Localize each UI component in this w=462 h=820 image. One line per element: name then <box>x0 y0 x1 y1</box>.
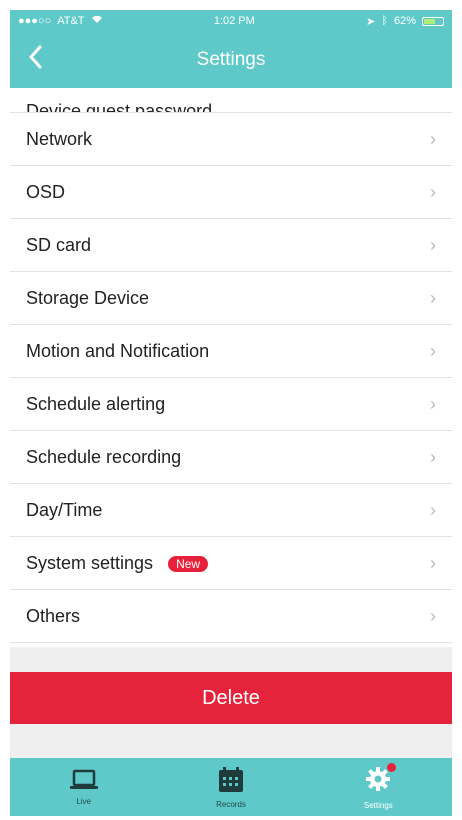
setting-label: Network <box>26 128 93 149</box>
setting-others[interactable]: Others › <box>10 590 452 643</box>
chevron-right-icon: › <box>430 181 436 202</box>
spacer <box>10 647 452 672</box>
setting-schedule-alerting[interactable]: Schedule alerting › <box>10 378 452 431</box>
setting-storage-device[interactable]: Storage Device › <box>10 272 452 325</box>
location-icon: ➤ <box>366 15 376 28</box>
signal-icon: ●●●○○ <box>18 15 52 27</box>
laptop-icon <box>69 769 98 789</box>
setting-label: Motion and Notification <box>26 340 210 361</box>
battery-percent: 62% <box>393 15 416 27</box>
setting-label: Schedule recording <box>26 446 182 467</box>
tab-bar: Live Records Settings <box>10 758 452 816</box>
setting-motion-notification[interactable]: Motion and Notification › <box>10 325 452 378</box>
chevron-right-icon: › <box>430 552 436 573</box>
status-right: ➤ ᛒ 62% <box>366 15 444 28</box>
bluetooth-icon: ᛒ <box>381 15 388 27</box>
chevron-right-icon: › <box>430 234 436 255</box>
setting-sd-card[interactable]: SD card › <box>10 219 452 272</box>
setting-label: OSD <box>26 181 66 202</box>
spacer <box>10 724 452 758</box>
setting-schedule-recording[interactable]: Schedule recording › <box>10 431 452 484</box>
notification-dot <box>387 762 397 772</box>
setting-label: System settings <box>26 552 154 573</box>
nav-bar: Settings <box>10 32 452 88</box>
setting-system-settings[interactable]: System settings New › <box>10 537 452 590</box>
setting-label: SD card <box>26 234 92 255</box>
tab-records[interactable]: Records <box>157 758 304 816</box>
tab-label: Records <box>216 799 246 809</box>
setting-label: Storage Device <box>26 287 150 308</box>
calendar-icon <box>218 766 243 792</box>
chevron-right-icon: › <box>430 446 436 467</box>
tab-label: Settings <box>363 800 393 810</box>
status-bar: ●●●○○ AT&T 1:02 PM ➤ ᛒ 62% <box>10 10 452 32</box>
clock: 1:02 PM <box>213 15 255 27</box>
carrier-label: AT&T <box>57 15 85 27</box>
setting-device-guest-password[interactable]: Device guest password <box>10 88 452 113</box>
setting-label: Device guest password <box>26 101 213 113</box>
setting-label: Others <box>26 605 81 626</box>
settings-list: Device guest password Network › OSD › SD… <box>10 88 452 643</box>
setting-osd[interactable]: OSD › <box>10 166 452 219</box>
page-title: Settings <box>196 49 266 70</box>
chevron-right-icon: › <box>430 605 436 626</box>
setting-network[interactable]: Network › <box>10 113 452 166</box>
delete-button[interactable]: Delete <box>10 672 452 724</box>
tab-live[interactable]: Live <box>10 758 157 816</box>
setting-label: Schedule alerting <box>26 393 166 414</box>
new-badge: New <box>168 555 209 572</box>
battery-icon <box>421 16 444 26</box>
wifi-icon <box>91 15 103 27</box>
chevron-right-icon: › <box>430 499 436 520</box>
chevron-right-icon: › <box>430 287 436 308</box>
gear-icon-wrap <box>364 762 397 795</box>
setting-label-wrap: System settings New <box>26 553 430 574</box>
tab-settings[interactable]: Settings <box>305 758 452 816</box>
tab-label: Live <box>76 796 91 806</box>
chevron-right-icon: › <box>430 128 436 149</box>
chevron-right-icon: › <box>430 340 436 361</box>
status-left: ●●●○○ AT&T <box>18 15 103 27</box>
setting-label: Day/Time <box>26 499 103 520</box>
setting-day-time[interactable]: Day/Time › <box>10 484 452 537</box>
chevron-right-icon: › <box>430 393 436 414</box>
